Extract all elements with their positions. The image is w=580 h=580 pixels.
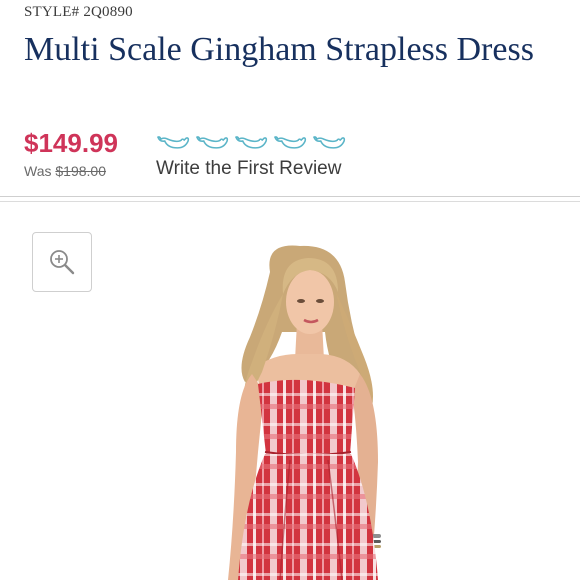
write-review-link[interactable]: Write the First Review <box>156 158 341 180</box>
style-number: STYLE# 2Q0890 <box>24 4 133 20</box>
whale-outline-icon <box>273 136 307 149</box>
product-image[interactable] <box>0 202 580 580</box>
sale-price: $149.99 <box>24 128 118 158</box>
was-price: $198.00 <box>55 163 106 179</box>
whale-outline-icon <box>234 136 268 149</box>
was-label: Was <box>24 163 52 179</box>
whale-outline-icon <box>312 136 346 149</box>
rating-whales[interactable] <box>156 134 347 152</box>
product-title: Multi Scale Gingham Strapless Dress <box>24 31 534 68</box>
whale-outline-icon <box>156 136 190 149</box>
whale-outline-icon <box>195 136 229 149</box>
zoom-in-icon <box>50 250 75 275</box>
zoom-button[interactable] <box>32 232 92 292</box>
original-price: Was $198.00 <box>24 163 106 179</box>
section-divider <box>0 196 580 197</box>
